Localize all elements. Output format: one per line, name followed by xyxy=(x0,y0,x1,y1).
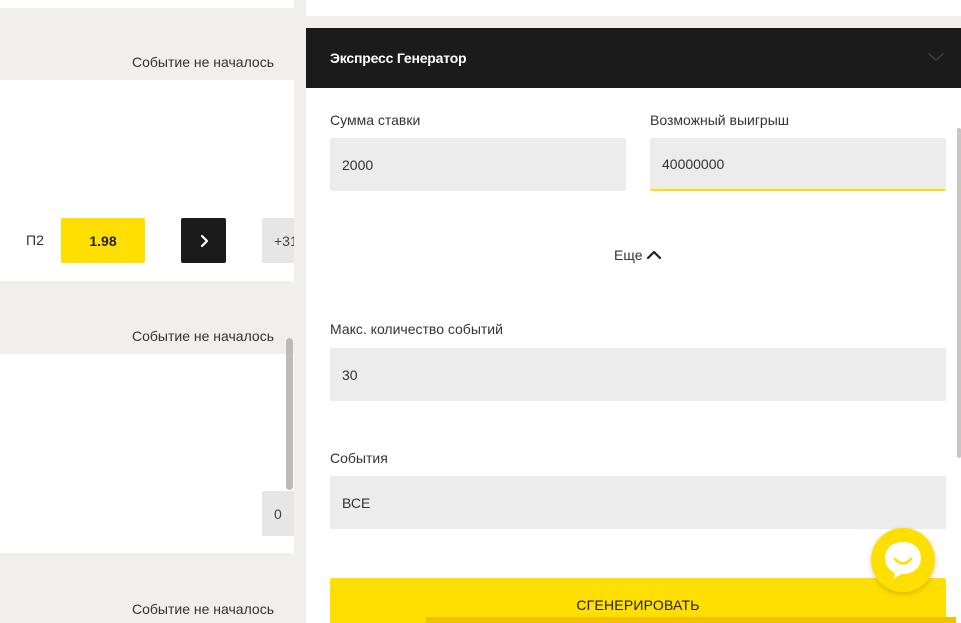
max-events-label: Макс. количество событий xyxy=(330,321,503,337)
chevron-down-icon[interactable] xyxy=(927,50,945,64)
event-card-top xyxy=(0,0,294,8)
odds-value: 1.98 xyxy=(89,232,117,249)
event-details-button[interactable] xyxy=(181,218,226,263)
stake-label: Сумма ставки xyxy=(330,112,421,128)
events-filter-value: ВСЕ xyxy=(342,494,371,511)
chevron-up-icon xyxy=(646,250,661,260)
events-scrollbar[interactable] xyxy=(286,338,293,490)
chevron-right-icon xyxy=(200,234,208,247)
event-status-text: Событие не началось xyxy=(132,601,274,617)
more-markets-button[interactable]: +31 xyxy=(262,218,294,263)
event-status-row-1: Событие не началось xyxy=(0,44,294,80)
bottom-accent-bar xyxy=(426,617,956,623)
more-markets-count: +31 xyxy=(274,232,294,249)
event-card-1 xyxy=(0,80,294,281)
events-filter-label: События xyxy=(330,450,388,466)
more-options-toggle[interactable]: Еще xyxy=(614,247,662,263)
column-divider xyxy=(294,0,306,623)
express-generator-header[interactable]: Экспресс Генератор xyxy=(306,28,961,88)
event-card-2 xyxy=(0,354,294,553)
events-filter-select[interactable]: ВСЕ xyxy=(330,476,946,529)
event-status-row-2: Событие не началось xyxy=(0,318,294,354)
chat-button[interactable] xyxy=(871,528,935,592)
stake-input[interactable] xyxy=(330,138,626,191)
more-markets-count: 0 xyxy=(274,505,282,522)
chat-icon xyxy=(885,542,921,579)
max-events-input[interactable] xyxy=(330,348,946,401)
express-generator-panel: Экспресс Генератор Сумма ставки Возможны… xyxy=(306,28,961,623)
panel-scrollbar[interactable] xyxy=(957,128,961,458)
panel-title: Экспресс Генератор xyxy=(330,50,467,66)
panel-top-strip xyxy=(306,0,961,16)
generate-button-label: СГЕНЕРИРОВАТЬ xyxy=(576,597,700,613)
possible-win-label: Возможный выигрыш xyxy=(650,112,790,128)
events-list: Событие не началось П2 1.98 +31 Событие … xyxy=(0,0,294,623)
odds-outcome-label: П2 xyxy=(26,232,44,248)
possible-win-input[interactable] xyxy=(650,138,946,191)
event-status-text: Событие не началось xyxy=(132,54,274,70)
event-status-row-3: Событие не началось xyxy=(0,591,294,623)
odds-button[interactable]: 1.98 xyxy=(61,218,145,263)
more-markets-button[interactable]: 0 xyxy=(262,491,294,536)
event-status-text: Событие не началось xyxy=(132,328,274,344)
more-options-label: Еще xyxy=(614,247,643,263)
